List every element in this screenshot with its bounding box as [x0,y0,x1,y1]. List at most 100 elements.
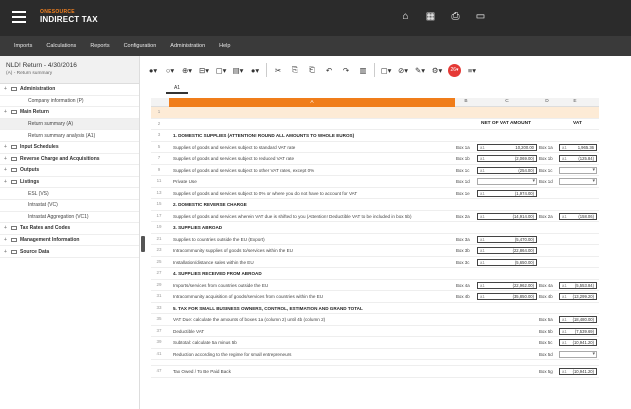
row-number: 21 [156,235,162,241]
column-d-header[interactable]: D [539,99,555,104]
sidebar-item[interactable]: Company information (P) [0,96,139,108]
toolbar-separator [374,63,375,77]
sheet-tab-a1[interactable]: A1 [166,85,188,94]
vat-cell[interactable]: a1 (7,539.69) [559,327,597,335]
toolbar-button[interactable]: ▢▾ [380,66,392,75]
expand-icon[interactable]: + [4,156,11,162]
row-label: Intracommunity acquisition of goods/serv… [173,294,324,299]
sidebar-item[interactable]: + Administration [0,84,139,96]
sidebar-item[interactable]: + Main Return [0,107,139,119]
toolbar-button[interactable]: ⊘▾ [397,66,409,75]
vat-cell[interactable]: a1 1,965.36 [559,143,597,151]
column-a-header[interactable]: A [169,98,455,107]
sidebar-item[interactable]: + Management Information [0,235,139,247]
expand-icon[interactable]: + [4,144,11,150]
sidebar-item[interactable]: Intrastat (VC) [0,200,139,212]
expand-icon[interactable]: + [4,179,11,185]
net-amount-cell[interactable]: a1 (2,069.00) [477,155,537,162]
hamburger-menu-icon[interactable] [12,11,26,23]
vat-dropdown[interactable] [559,166,597,174]
sidebar-collapse-handle[interactable] [141,236,145,252]
vat-cell[interactable]: a1 (10,941.20) [559,368,597,375]
toolbar-button[interactable]: ○▾ [164,66,176,75]
print-icon[interactable]: ⎙ [450,12,461,22]
column-c-header[interactable]: C [475,99,539,104]
sidebar-item[interactable]: + Outputs [0,165,139,177]
expand-icon[interactable]: + [4,237,11,243]
menu-help[interactable]: Help [219,43,230,49]
calendar-icon[interactable]: ▦ [425,12,436,22]
expand-icon[interactable]: + [4,86,11,92]
sidebar-item[interactable]: Return summary (A) [0,118,139,131]
column-e-header[interactable]: E [555,99,595,104]
chat-icon[interactable]: ▭ [475,12,486,22]
sidebar-item[interactable]: + Source Data [0,246,139,258]
sidebar-item[interactable]: Return summary analysis (A1) [0,130,139,142]
net-amount-value: (5,650.00) [514,259,534,265]
expand-icon[interactable]: + [4,109,11,115]
row-label: Supplies of goods and services wherein V… [173,213,412,219]
row-label: Reduction according to the regime for sm… [173,351,292,357]
menu-administration[interactable]: Administration [170,43,205,49]
toolbar-button[interactable]: ▤▾ [232,66,244,75]
vat-cell[interactable]: a1 (18,480.00) [559,316,597,323]
net-amount-value: (22,962.00) [512,282,534,288]
toolbar-button[interactable]: ●▾ [249,66,261,75]
net-amount-cell[interactable]: a1 10,200.00 [477,143,537,151]
net-amount-cell[interactable]: a1 (254.00) [477,166,537,174]
vat-cell[interactable]: a1 (158.06) [559,212,597,220]
table-row: 19 3. SUPPLIES ABROAD [151,222,599,234]
sidebar-item[interactable]: + Listings [0,177,139,189]
net-amount-dropdown[interactable] [477,178,537,185]
net-amount-cell[interactable]: a1 (35,850.00) [477,293,537,300]
net-amount-cell[interactable]: a1 (5,650.00) [477,258,537,266]
toolbar-button[interactable]: ✂ [272,66,284,75]
toolbar-button[interactable]: ⊕▾ [181,66,193,75]
vat-cell[interactable]: a1 (5,553.84) [559,281,597,289]
toolbar-button[interactable]: ⎗ [306,65,318,75]
home-icon[interactable]: ⌂ [400,12,411,22]
sidebar-item[interactable]: Intrastat Aggregation (VC1) [0,212,139,224]
net-amount-cell[interactable]: a1 (22,864.00) [477,247,537,254]
net-amount-cell[interactable]: a1 (22,962.00) [477,281,537,289]
vat-cell[interactable]: a1 (13,299.20) [559,293,597,300]
toolbar-button[interactable]: ●▾ [147,66,159,75]
toolbar-button[interactable]: ▢▾ [215,66,227,75]
vat-dropdown[interactable] [559,350,597,358]
toolbar-button[interactable]: ↶ [323,66,335,75]
sidebar-item-label: Intrastat Aggregation (VC1) [28,213,89,220]
toolbar-button[interactable]: ⊟▾ [198,66,210,75]
menu-reports[interactable]: Reports [90,43,109,49]
toolbar-button[interactable]: ✎▾ [414,66,426,75]
column-b-header[interactable]: B [459,99,473,104]
row-number: 25 [156,258,162,264]
table-row: 35 VAT Due: calculate the amounts of boxe… [151,314,599,326]
cell-ref: a1 [480,248,485,253]
expand-icon[interactable]: + [4,167,11,173]
toolbar-button[interactable]: ⎘ [289,65,301,75]
menu-calculations[interactable]: Calculations [46,43,76,49]
expand-icon[interactable]: + [4,249,11,255]
sidebar-item[interactable]: ESL (VS) [0,188,139,200]
sidebar-item[interactable]: + Tax Rates and Codes [0,223,139,235]
toolbar-button[interactable]: ↷ [340,66,352,75]
vat-dropdown[interactable] [559,178,597,185]
row-number: 5 [157,143,161,149]
vat-cell[interactable]: a1 (10,941.20) [559,339,597,346]
table-row: 37 Deductible VAT Box 5b a1 (7,539.69) [151,326,599,337]
toolbar-button[interactable]: ≡▾ [466,66,478,75]
menu-configuration[interactable]: Configuration [124,43,157,49]
sidebar-item[interactable]: + Input Schedules [0,142,139,154]
net-amount-cell[interactable]: a1 (14,914.00) [477,212,537,220]
net-amount-cell[interactable]: a1 (1,974.00) [477,189,537,197]
toolbar-button[interactable]: ⚙▾ [431,66,443,75]
net-amount-cell[interactable]: a1 (5,470.00) [477,235,537,243]
toolbar-button[interactable]: 26▾ [448,63,461,77]
expand-icon[interactable]: + [4,225,11,231]
menu-imports[interactable]: Imports [14,43,32,49]
vat-cell[interactable]: a1 (125.84) [559,155,597,162]
row-number: 17 [156,212,162,218]
toolbar-button[interactable]: ▥ [357,66,369,75]
table-row: 33 5. TAX FOR SMALL BUSINESS OWNERS, CONT… [151,303,599,314]
sidebar-item[interactable]: + Reverse Charge and Acquisitions [0,154,139,166]
